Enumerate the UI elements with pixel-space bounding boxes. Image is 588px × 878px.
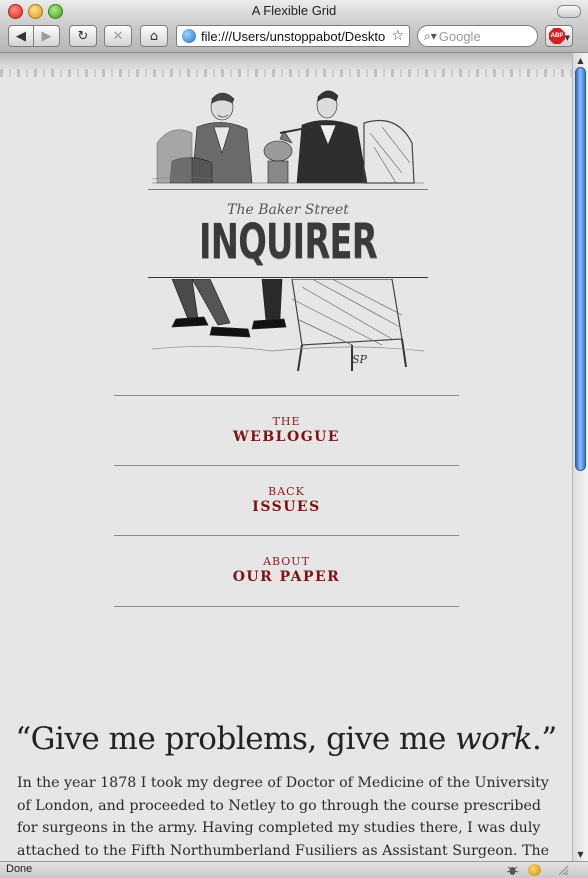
article-body-paragraph: In the year 1878 I took my degree of Doc… bbox=[17, 775, 550, 859]
holmes-watson-illustration-top bbox=[152, 90, 424, 184]
nav-item-kicker: BACK bbox=[268, 485, 305, 498]
nav-item-label: OUR PAPER bbox=[232, 569, 341, 585]
history-nav: ◀ ▶ bbox=[8, 25, 60, 47]
nav-item-weblogue[interactable]: THE WEBLOGUE bbox=[114, 395, 459, 465]
scroll-down-arrow-icon[interactable]: ▼ bbox=[573, 847, 588, 861]
masthead-logo: INQUIRER bbox=[199, 214, 378, 270]
firebug-icon[interactable] bbox=[506, 864, 519, 876]
bookmark-star-icon[interactable]: ☆ bbox=[386, 28, 409, 44]
adblock-button[interactable]: ABP ▼ bbox=[545, 25, 573, 47]
holmes-watson-illustration-bottom: SP bbox=[152, 279, 424, 371]
article-pull-quote: “Give me problems, give me work.” bbox=[0, 721, 572, 757]
masthead-top-rule bbox=[148, 189, 428, 190]
reload-icon: ↻ bbox=[77, 28, 89, 44]
scroll-up-arrow-icon[interactable]: ▲ bbox=[573, 53, 588, 67]
window-titlebar: A Flexible Grid bbox=[0, 0, 588, 23]
search-icon: ⌕▾ bbox=[424, 28, 437, 43]
back-button[interactable]: ◀ bbox=[8, 25, 34, 47]
search-box[interactable]: ⌕▾ Google bbox=[417, 25, 538, 47]
window-title: A Flexible Grid bbox=[251, 3, 337, 18]
artist-signature: SP bbox=[352, 353, 368, 366]
nav-item-kicker: THE bbox=[272, 415, 301, 428]
page-viewport[interactable]: The Baker Street INQUIRER SP THE WEBLOGU… bbox=[0, 53, 572, 861]
status-bar: Done bbox=[0, 861, 588, 878]
forward-arrow-icon: ▶ bbox=[41, 28, 52, 44]
browser-toolbar: ◀ ▶ ↻ ✕ ⌂ file:///Users/unstoppabot/Desk… bbox=[0, 22, 588, 53]
address-bar[interactable]: file:///Users/unstoppabot/Desktop ☆ bbox=[176, 25, 410, 47]
home-icon: ⌂ bbox=[149, 28, 159, 44]
reload-button[interactable]: ↻ bbox=[69, 25, 97, 47]
site-globe-icon bbox=[182, 29, 196, 43]
status-text: Done bbox=[6, 863, 33, 875]
masthead: The Baker Street INQUIRER SP bbox=[148, 83, 428, 373]
quote-text-start: “Give me problems, give me bbox=[15, 721, 456, 757]
quote-emphasis: work bbox=[455, 721, 532, 757]
stop-icon: ✕ bbox=[112, 28, 124, 44]
resize-grip-icon[interactable] bbox=[556, 864, 569, 876]
nav-item-back-issues[interactable]: BACK ISSUES bbox=[114, 465, 459, 535]
main-navigation: THE WEBLOGUE BACK ISSUES ABOUT OUR PAPER bbox=[114, 395, 459, 607]
nav-item-label: ISSUES bbox=[252, 499, 321, 515]
scrollbar-thumb[interactable] bbox=[575, 67, 586, 471]
masthead-bottom-rule bbox=[148, 277, 428, 278]
nav-item-label: WEBLOGUE bbox=[232, 429, 341, 445]
nav-item-about-our-paper[interactable]: ABOUT OUR PAPER bbox=[114, 535, 459, 607]
nav-item-kicker: ABOUT bbox=[263, 555, 310, 568]
forward-button[interactable]: ▶ bbox=[34, 25, 60, 47]
back-arrow-icon: ◀ bbox=[16, 28, 26, 44]
greasemonkey-icon[interactable] bbox=[528, 864, 541, 876]
adblock-icon: ABP bbox=[549, 28, 565, 44]
vertical-scrollbar[interactable]: ▲ ▼ bbox=[572, 53, 588, 861]
quote-text-end: .” bbox=[531, 721, 557, 757]
dropdown-arrow-icon: ▼ bbox=[564, 34, 570, 42]
home-button[interactable]: ⌂ bbox=[140, 25, 168, 47]
stop-button[interactable]: ✕ bbox=[104, 25, 132, 47]
toolbar-toggle-button[interactable] bbox=[557, 5, 581, 18]
search-input[interactable]: Google bbox=[439, 29, 481, 44]
decorative-header-texture bbox=[0, 53, 572, 77]
address-input[interactable]: file:///Users/unstoppabot/Desktop bbox=[201, 29, 386, 44]
